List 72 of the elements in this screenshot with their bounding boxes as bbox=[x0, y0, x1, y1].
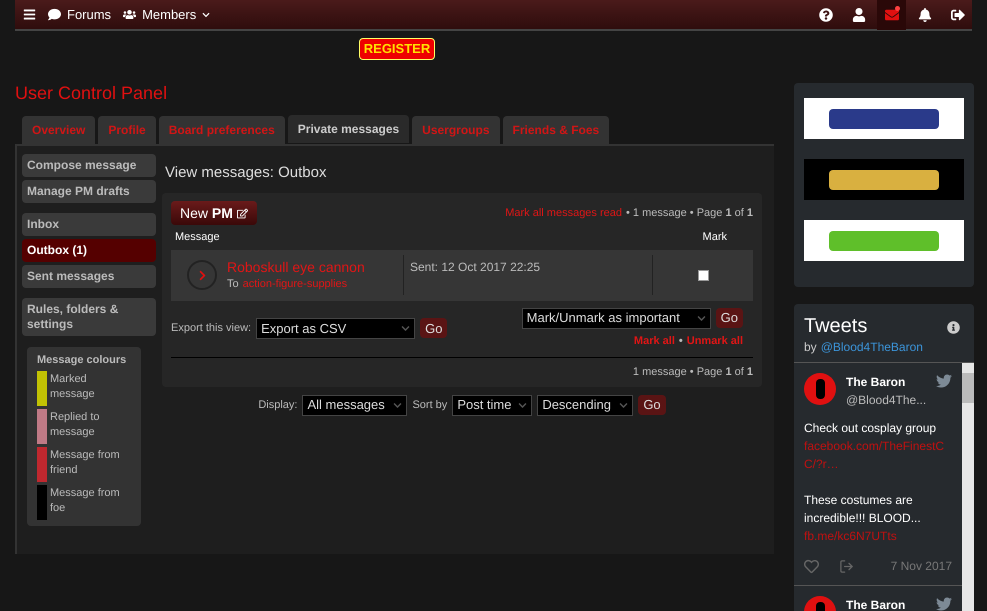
tweet-handle: @Blood4The... bbox=[846, 392, 928, 409]
speech-bubble-icon bbox=[48, 8, 61, 21]
logout-icon bbox=[950, 8, 964, 22]
sent-date: Sent: 12 Oct 2017 22:25 bbox=[410, 260, 540, 274]
chevron-icon bbox=[518, 400, 528, 410]
export-label: Export this view: bbox=[171, 321, 252, 336]
heart-icon[interactable] bbox=[804, 558, 819, 574]
side-menu-item[interactable]: Outbox (1) bbox=[22, 239, 156, 262]
avatar-icon bbox=[804, 373, 836, 405]
section-heading: View messages: Outbox bbox=[165, 163, 328, 183]
legend-title: Message colours bbox=[37, 353, 128, 368]
export-select[interactable]: Export as CSV bbox=[256, 318, 416, 339]
order-select[interactable]: Descending bbox=[537, 394, 634, 416]
menu-icon[interactable] bbox=[23, 8, 36, 21]
user-icon bbox=[852, 8, 866, 22]
share-icon[interactable] bbox=[839, 558, 854, 574]
handle-link[interactable]: @Blood4TheBaron bbox=[820, 338, 923, 356]
page-title: User Control Panel bbox=[15, 82, 168, 105]
nav-link[interactable]: Forums bbox=[48, 4, 112, 24]
tweet-text: These costumes are incredible!!! BLOOD... bbox=[804, 492, 922, 527]
register-banner[interactable]: REGISTER bbox=[358, 38, 436, 60]
legend-label: Message from foe bbox=[50, 486, 121, 516]
go-button[interactable]: Go bbox=[716, 308, 743, 328]
go-button[interactable]: Go bbox=[638, 395, 666, 415]
nav-link[interactable]: Members bbox=[123, 4, 210, 24]
sort-label: Sort by bbox=[412, 398, 448, 413]
help-icon bbox=[818, 8, 832, 22]
sort-select[interactable]: Post time bbox=[452, 394, 532, 416]
column-header: Mark bbox=[702, 230, 727, 245]
tweets-title: Tweets bbox=[804, 314, 868, 338]
tweet-author: The Baron bbox=[846, 374, 906, 391]
unmark-all-link[interactable]: Unmark all bbox=[686, 332, 743, 349]
mark-read-link[interactable]: Mark all messages read bbox=[505, 204, 622, 222]
chevron-icon bbox=[696, 314, 706, 322]
chevron-icon bbox=[619, 400, 628, 410]
display-label: Display: bbox=[258, 398, 298, 413]
go-button[interactable]: Go bbox=[420, 318, 448, 338]
chevron-icon bbox=[401, 324, 410, 333]
users-icon bbox=[123, 8, 136, 21]
pagination-text: • 1 message • Page 1 of 1 bbox=[626, 206, 753, 221]
mark-select[interactable]: Mark/Unmark as important bbox=[522, 308, 711, 328]
legend-label: Replied to message bbox=[50, 410, 101, 440]
to-label: To bbox=[227, 276, 239, 292]
separator-dot: • bbox=[678, 334, 683, 348]
chevron-icon bbox=[393, 400, 402, 410]
side-menu-item[interactable]: Compose message bbox=[22, 154, 156, 177]
new-pm-button[interactable]: New PM bbox=[171, 201, 257, 225]
edit-icon bbox=[236, 208, 248, 218]
info-icon[interactable] bbox=[947, 321, 960, 334]
mark-checkbox[interactable] bbox=[698, 270, 708, 280]
legend-label: Message from friend bbox=[50, 448, 121, 478]
side-menu-item[interactable]: Rules, folders & settings bbox=[22, 298, 156, 336]
tweet-text: Check out cosplay group bbox=[804, 420, 938, 437]
banner-image[interactable] bbox=[804, 98, 964, 139]
bird-icon bbox=[936, 373, 952, 389]
pagination-text: 1 message • Page 1 of 1 bbox=[632, 365, 753, 380]
scrollbar[interactable] bbox=[962, 363, 974, 611]
bell-icon bbox=[918, 8, 932, 22]
by-label: by bbox=[804, 339, 817, 356]
bird-icon bbox=[936, 596, 952, 611]
tab[interactable]: Private messages bbox=[288, 115, 410, 143]
tweet-date: 7 Nov 2017 bbox=[890, 558, 952, 575]
side-menu-item[interactable]: Sent messages bbox=[22, 265, 156, 288]
legend-label: Marked message bbox=[50, 372, 96, 402]
column-header: Message bbox=[175, 230, 220, 245]
banner-image[interactable] bbox=[804, 159, 964, 200]
display-select[interactable]: All messages bbox=[302, 394, 408, 416]
mark-all-link[interactable]: Mark all bbox=[634, 332, 675, 349]
side-menu-item[interactable]: Inbox bbox=[22, 213, 156, 236]
envelope-icon bbox=[884, 8, 898, 22]
side-menu-item[interactable]: Manage PM drafts bbox=[22, 180, 156, 203]
tweet-author: The Baron bbox=[846, 597, 906, 611]
